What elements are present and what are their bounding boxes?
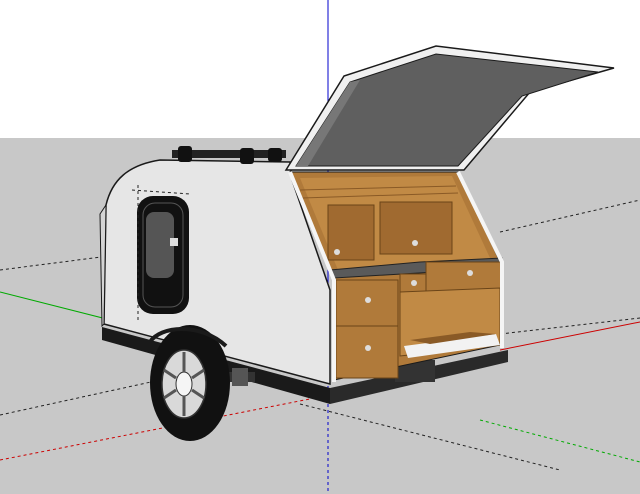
model-canvas[interactable] — [0, 0, 640, 494]
leaf-spring — [232, 368, 248, 386]
door-window — [146, 212, 174, 278]
upper-cabinet-right[interactable] — [379, 201, 453, 255]
drawer-knob — [411, 280, 417, 286]
drawer-upper-left[interactable] — [335, 279, 399, 331]
roof-rack-bar — [240, 148, 254, 164]
drawer-knob — [365, 345, 371, 351]
drawer-lower-left[interactable] — [335, 325, 399, 379]
drawer-right[interactable] — [425, 261, 503, 293]
cabinet-knob — [412, 240, 418, 246]
roof-rack-bar — [178, 146, 192, 162]
drawer-knob — [365, 297, 371, 303]
cabinet-knob — [334, 249, 340, 255]
drawer-knob — [467, 270, 473, 276]
wheel-hub — [175, 371, 193, 397]
sketchup-viewport[interactable] — [0, 0, 640, 494]
door-handle[interactable] — [170, 238, 178, 246]
roof-rack-bar — [268, 148, 282, 162]
